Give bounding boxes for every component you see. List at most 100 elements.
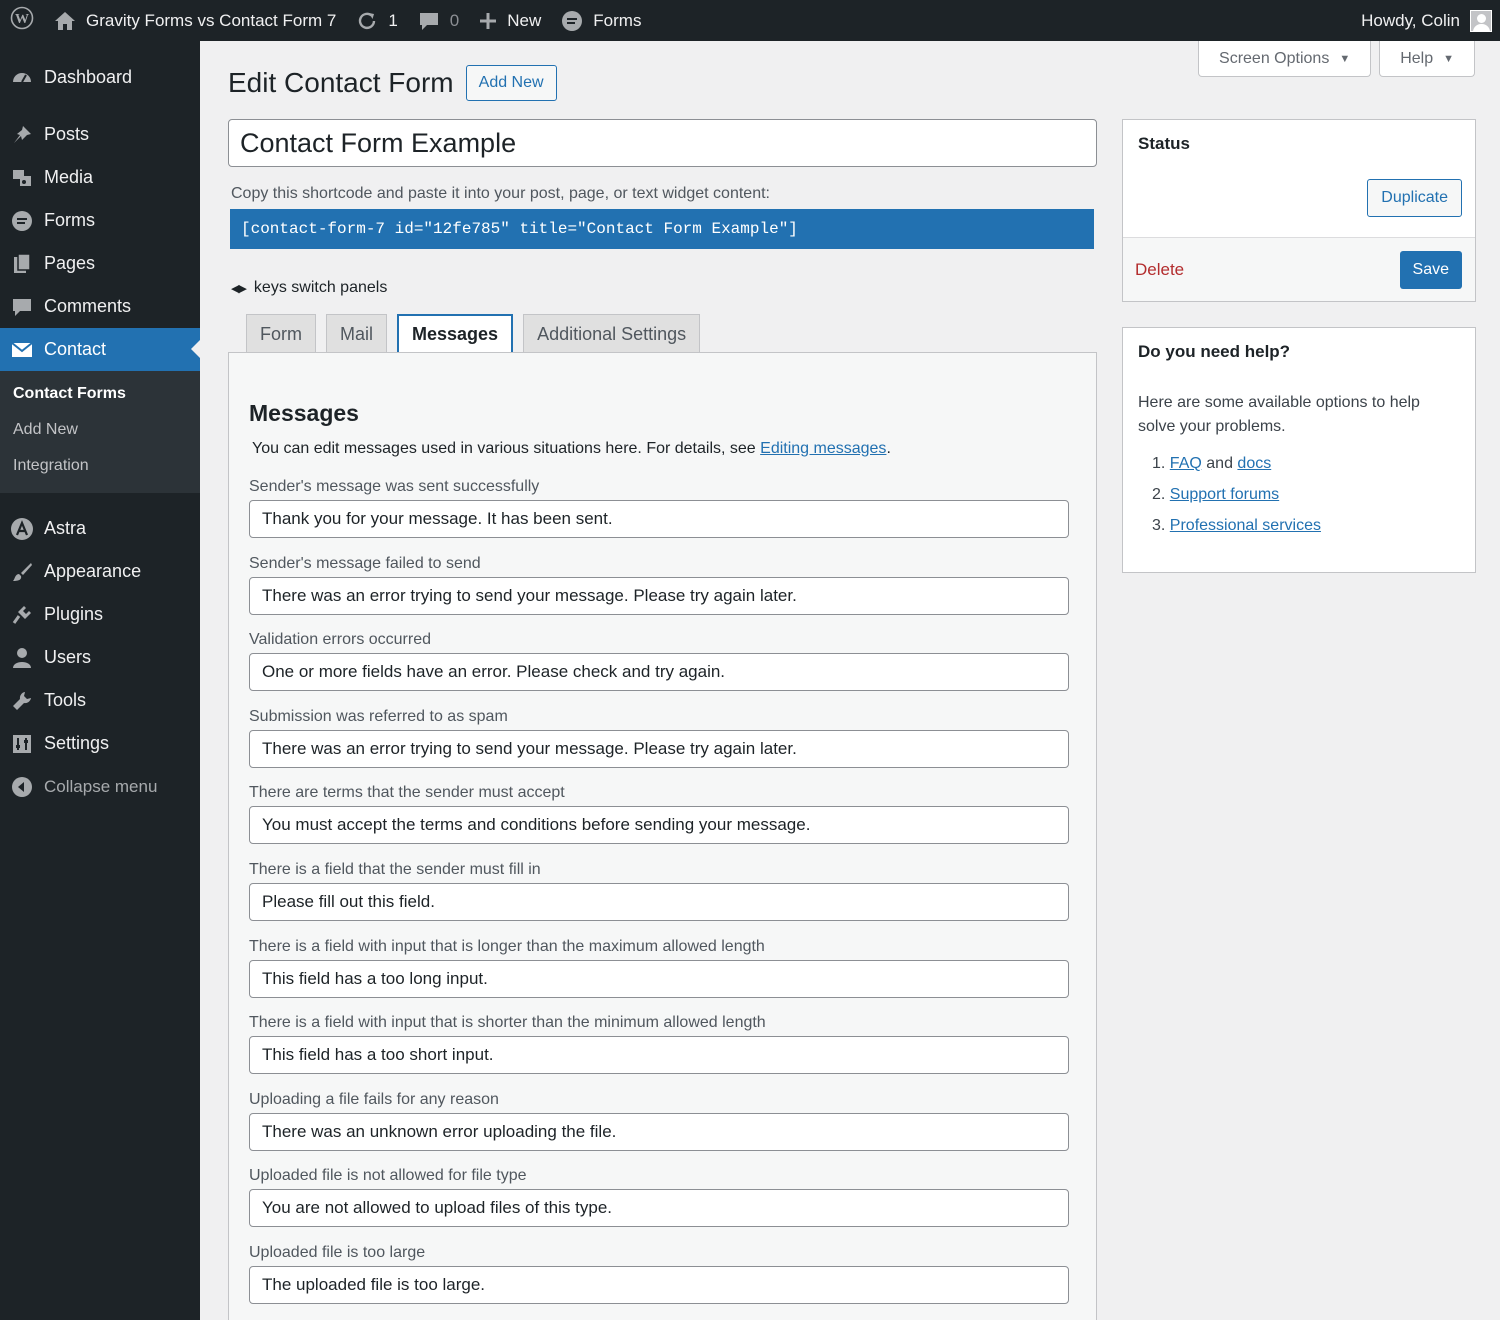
support-forums-link[interactable]: Support forums [1170, 486, 1279, 503]
sidebar-item-label: Posts [44, 124, 90, 144]
help-text: Here are some available options to help … [1138, 394, 1420, 435]
sidebar-item-label: Settings [44, 733, 110, 753]
caret-down-icon: ▼ [1339, 52, 1351, 65]
collapse-menu-button[interactable]: Collapse menu [0, 765, 200, 808]
message-field-input[interactable]: This field has a too long input. [249, 960, 1069, 998]
sidebar-item-label: Appearance [44, 561, 142, 581]
message-field-input[interactable]: One or more fields have an error. Please… [249, 653, 1069, 691]
message-field: Sender's message was sent successfully T… [249, 478, 1069, 538]
forms-link[interactable]: Forms [551, 0, 651, 41]
tab-form[interactable]: Form [246, 314, 316, 353]
page-title: Edit Contact Form [228, 67, 454, 98]
message-field-input[interactable]: Please fill out this field. [249, 883, 1069, 921]
message-field-label: Uploading a file fails for any reason [249, 1091, 499, 1108]
sidebar-item-settings[interactable]: Settings [0, 722, 200, 765]
add-new-button[interactable]: Add New [465, 65, 557, 101]
wrench-icon [10, 689, 34, 713]
keys-hint: ◀▶ keys switch panels [231, 279, 387, 297]
sidebar-item-media[interactable]: Media [0, 156, 200, 199]
message-field-input[interactable]: You are not allowed to upload files of t… [249, 1189, 1069, 1227]
greeting: Howdy, Colin [1361, 10, 1460, 30]
collapse-icon [10, 775, 34, 799]
comment-icon [10, 295, 34, 319]
message-field: There is a field with input that is long… [249, 938, 1069, 998]
message-field-input[interactable]: There was an error trying to send your m… [249, 730, 1069, 768]
pages-icon [10, 252, 34, 276]
tab-mail[interactable]: Mail [326, 314, 388, 353]
message-field-label: There is a field with input that is shor… [249, 1014, 766, 1031]
help-title: Do you need help? [1138, 342, 1291, 361]
tab-messages[interactable]: Messages [397, 314, 514, 354]
message-field-input[interactable]: Thank you for your message. It has been … [249, 500, 1069, 538]
updates-count: 1 [388, 10, 398, 30]
messages-panel: Messages You can edit messages used in v… [228, 352, 1097, 1320]
admin-bar: W Gravity Forms vs Contact Form 7 1 0 Ne… [0, 0, 1500, 41]
editing-messages-link[interactable]: Editing messages [760, 440, 886, 457]
sidebar-item-plugins[interactable]: Plugins [0, 593, 200, 636]
message-field-label: Submission was referred to as spam [249, 708, 508, 725]
keys-hint-text: keys switch panels [253, 279, 388, 296]
form-title-input[interactable]: Contact Form Example [228, 119, 1097, 167]
settings-icon [10, 732, 34, 756]
submenu-add-new[interactable]: Add New [0, 413, 200, 449]
main-content: Screen Options ▼ Help ▼ Edit Contact For… [200, 41, 1500, 1320]
pin-icon [10, 123, 34, 147]
sidebar-item-tools[interactable]: Tools [0, 679, 200, 722]
sidebar-item-label: Contact [44, 339, 107, 359]
duplicate-button[interactable]: Duplicate [1367, 179, 1462, 217]
astra-icon [10, 517, 34, 541]
sidebar-item-astra[interactable]: Astra [0, 507, 200, 550]
sidebar-item-label: Dashboard [44, 67, 133, 87]
panel-title: Messages [249, 400, 359, 426]
professional-services-link[interactable]: Professional services [1170, 517, 1321, 534]
message-field-input[interactable]: There was an unknown error uploading the… [249, 1113, 1069, 1151]
site-name-link[interactable]: Gravity Forms vs Contact Form 7 [44, 0, 346, 41]
refresh-icon [356, 10, 378, 32]
message-field: Uploading a file fails for any reason Th… [249, 1091, 1069, 1151]
faq-link[interactable]: FAQ [1170, 455, 1202, 472]
sidebar-item-contact[interactable]: Contact [0, 328, 200, 371]
caret-down-icon: ▼ [1443, 52, 1454, 65]
message-field: Validation errors occurred One or more f… [249, 631, 1069, 691]
help-button[interactable]: Help ▼ [1379, 41, 1475, 77]
submenu-contact-forms[interactable]: Contact Forms [0, 377, 200, 413]
updates-link[interactable]: 1 [346, 0, 407, 41]
message-field-input[interactable]: There was an error trying to send your m… [249, 577, 1069, 615]
shortcode-field[interactable]: [contact-form-7 id="12fe785" title="Cont… [230, 209, 1094, 249]
delete-link[interactable]: Delete [1135, 260, 1184, 280]
help-list: 1. FAQ and docs 2. Support forums 3. Pro… [1152, 455, 1321, 548]
sidebar-item-dashboard[interactable]: Dashboard [0, 56, 200, 99]
sidebar-item-label: Plugins [44, 604, 104, 624]
sidebar-item-appearance[interactable]: Appearance [0, 550, 200, 593]
sidebar-item-comments[interactable]: Comments [0, 285, 200, 328]
user-icon [10, 646, 34, 670]
panel-description-text: You can edit messages used in various si… [252, 440, 761, 457]
sidebar-item-forms[interactable]: Forms [0, 199, 200, 242]
my-account-link[interactable]: Howdy, Colin [1351, 0, 1500, 41]
message-field: There is a field with input that is shor… [249, 1014, 1069, 1074]
message-field: Uploaded file is too large The uploaded … [249, 1244, 1069, 1304]
tab-additional-settings[interactable]: Additional Settings [523, 314, 701, 353]
dashboard-icon [10, 66, 34, 90]
admin-sidebar: Dashboard Posts Media Forms Pages Commen… [0, 41, 200, 1320]
docs-link[interactable]: docs [1237, 455, 1271, 472]
contact-submenu: Contact Forms Add New Integration [0, 371, 200, 493]
sidebar-item-users[interactable]: Users [0, 636, 200, 679]
new-label: New [507, 10, 542, 30]
sidebar-item-pages[interactable]: Pages [0, 242, 200, 285]
save-button[interactable]: Save [1399, 251, 1462, 289]
message-field-input[interactable]: You must accept the terms and conditions… [249, 806, 1069, 844]
comments-link[interactable]: 0 [408, 0, 469, 41]
help-label: Help [1400, 49, 1434, 67]
submenu-integration[interactable]: Integration [0, 449, 200, 485]
list-number: 2. [1152, 486, 1166, 503]
forms-icon [561, 10, 583, 32]
sidebar-item-posts[interactable]: Posts [0, 113, 200, 156]
new-content-link[interactable]: New [469, 0, 551, 41]
message-field-input[interactable]: The uploaded file is too large. [249, 1266, 1069, 1304]
screen-options-button[interactable]: Screen Options ▼ [1198, 41, 1372, 77]
message-field-input[interactable]: This field has a too short input. [249, 1036, 1069, 1074]
message-field-label: Uploaded file is too large [249, 1244, 426, 1261]
wordpress-logo-button[interactable]: W [0, 0, 44, 41]
editor-tabs: Form Mail Messages Additional Settings [246, 314, 701, 354]
